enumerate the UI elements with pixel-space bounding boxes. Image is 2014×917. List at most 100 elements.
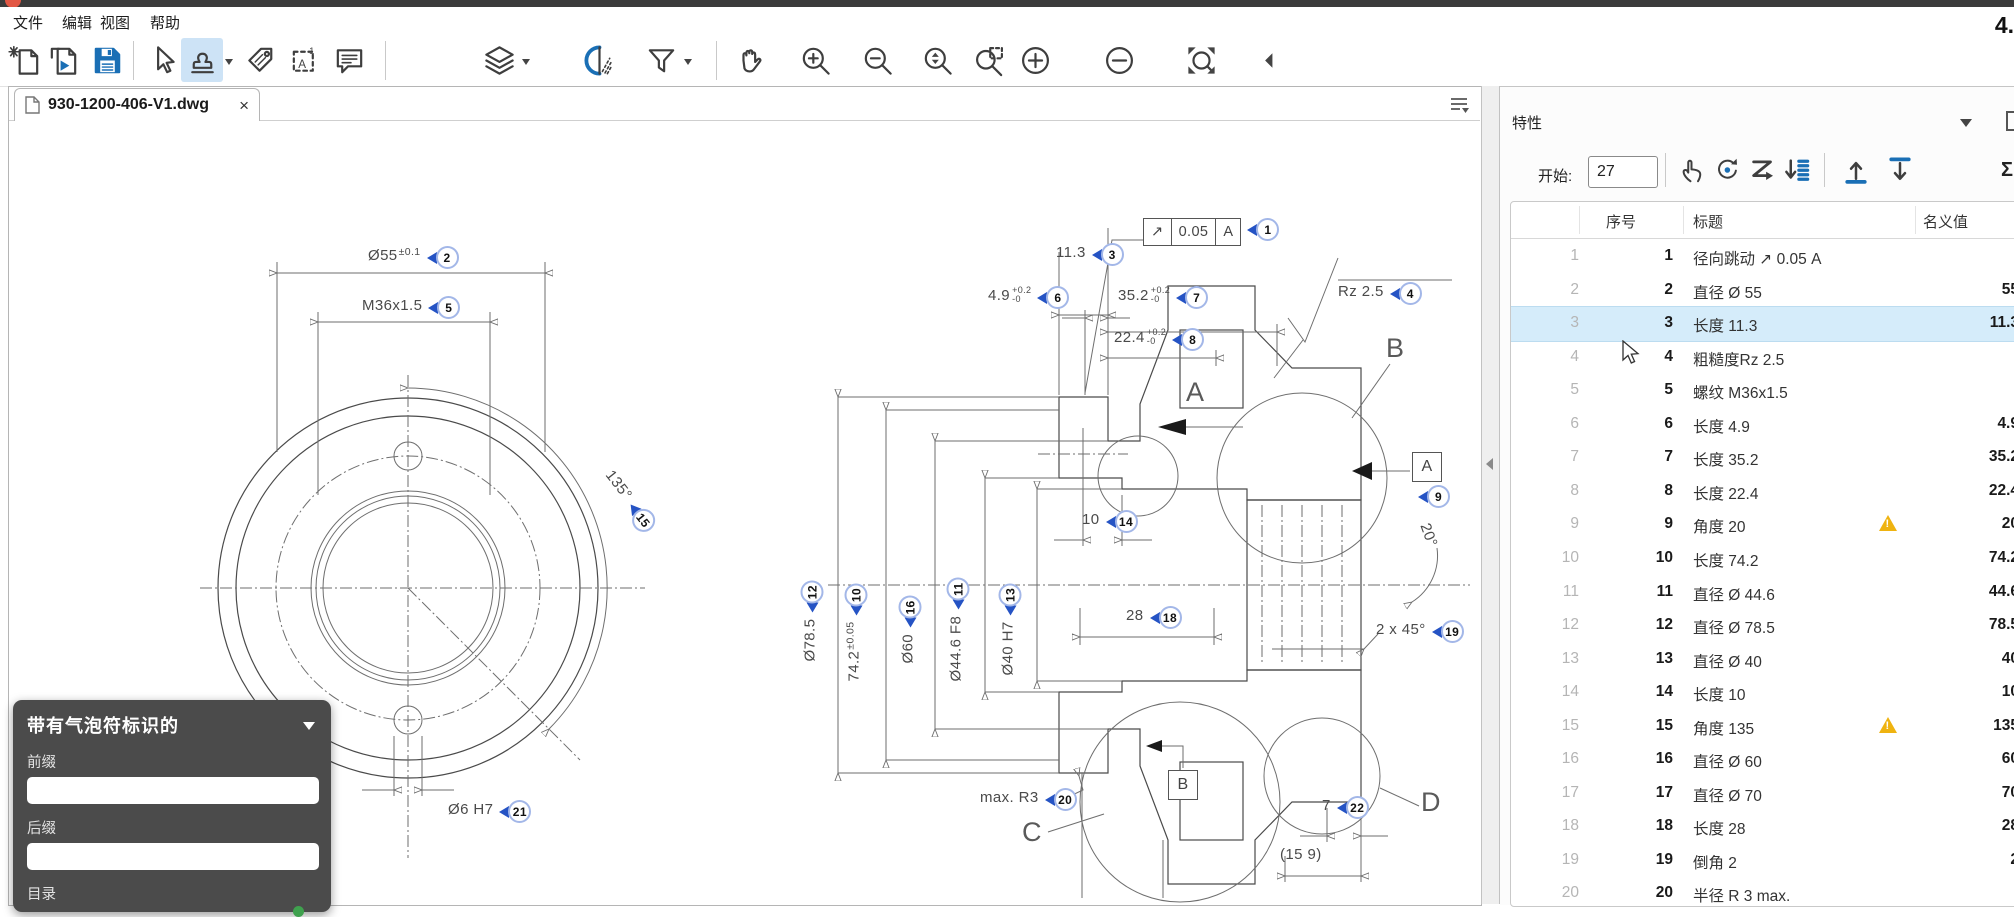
balloon-marker-10[interactable]: 10 [845,584,868,616]
sum-symbol[interactable]: Σ [2001,159,2013,182]
characteristic-row-4[interactable]: 44粗糙度Rz 2.5 [1511,341,2014,375]
characteristic-row-14[interactable]: 1414长度 1010 [1511,676,2014,710]
pan-hand-button[interactable] [730,38,772,82]
balloon-marker-7[interactable]: 7 [1176,286,1208,309]
tab-close-icon[interactable]: × [239,97,249,114]
section-view-button[interactable] [578,38,620,82]
zoom-window-button[interactable] [968,38,1010,82]
row-nominal-value: 70 [1871,784,2014,802]
filter-button[interactable] [640,38,682,82]
comment-button[interactable] [328,38,370,82]
collapse-left-button[interactable] [1248,38,1290,82]
balloon-marker-3[interactable]: 3 [1092,243,1124,266]
pick-hand-button[interactable] [1677,153,1709,187]
characteristic-row-18[interactable]: 1818长度 2828 [1511,810,2014,844]
zoom-extents-button[interactable] [1180,38,1222,82]
characteristic-row-3[interactable]: 33长度 11.311.3 [1511,307,2014,341]
balloon-marker-18[interactable]: 18 [1150,606,1182,629]
header-separator [1683,206,1684,234]
select-region-button[interactable]: A1 [284,38,326,82]
characteristic-row-16[interactable]: 1616直径 Ø 6060 [1511,743,2014,777]
characteristic-row-5[interactable]: 55螺纹 M36x1.5 [1511,374,2014,408]
zoom-in-icon [798,43,833,78]
renumber-circle-button[interactable] [1712,153,1744,187]
select-cursor-button[interactable] [141,38,183,82]
panel-splitter[interactable] [1481,86,1500,904]
balloon-marker-11[interactable]: 11 [947,578,970,610]
characteristic-row-7[interactable]: 77长度 35.235.2 [1511,441,2014,475]
characteristic-row-11[interactable]: 1111直径 Ø 44.644.6 [1511,576,2014,610]
menu-item-0[interactable]: 文件 [13,12,43,33]
balloon-marker-2[interactable]: 2 [427,246,459,269]
balloon-marker-21[interactable]: 21 [499,800,531,823]
sort-list-button[interactable] [1781,153,1813,187]
balloon-marker-9[interactable]: 9 [1418,485,1450,508]
suffix-input[interactable] [27,843,319,870]
balloon-marker-1[interactable]: 1 [1247,218,1279,241]
panel-pin-icon[interactable] [2006,111,2014,131]
characteristic-row-6[interactable]: 66长度 4.94.9 [1511,408,2014,442]
popup-collapse-icon[interactable] [303,722,315,730]
menu-item-1[interactable]: 编辑 [62,12,92,33]
row-nominal-value: 74.2 [1871,549,2014,567]
balloon-marker-6[interactable]: 6 [1037,286,1069,309]
characteristic-row-2[interactable]: 22直径 Ø 5555 [1511,274,2014,308]
dropdown-caret-icon[interactable] [225,59,233,65]
characteristic-row-13[interactable]: 1313直径 Ø 4040 [1511,643,2014,677]
select-cursor-icon [145,43,180,78]
menu-item-3[interactable]: 帮助 [150,12,180,33]
stamp-balloon-button[interactable] [181,38,223,82]
open-document-button[interactable] [42,38,84,82]
tag-button[interactable] [241,38,283,82]
balloon-marker-20[interactable]: 20 [1045,788,1077,811]
characteristic-row-10[interactable]: 1010长度 74.274.2 [1511,542,2014,576]
balloon-marker-4[interactable]: 4 [1390,282,1422,305]
balloon-marker-8[interactable]: 8 [1172,328,1204,351]
start-number-input[interactable] [1588,156,1658,188]
minus-circle-button[interactable] [1098,38,1140,82]
move-first-button[interactable] [1840,153,1872,187]
balloon-marker-5[interactable]: 5 [428,296,460,319]
characteristic-row-12[interactable]: 1212直径 Ø 78.578.5 [1511,609,2014,643]
dropdown-caret-icon[interactable] [522,59,530,65]
new-document-button[interactable] [4,38,46,82]
balloon-marker-12[interactable]: 12 [801,581,824,613]
characteristic-row-15[interactable]: 1515角度 135135 [1511,710,2014,744]
characteristic-row-19[interactable]: 1919倒角 22 [1511,844,2014,878]
row-index: 7 [1511,448,1579,466]
panel-collapse-icon[interactable] [1960,119,1972,127]
balloon-marker-22[interactable]: 22 [1337,796,1369,819]
zoom-in-button[interactable] [794,38,836,82]
characteristic-row-17[interactable]: 1717直径 Ø 7070 [1511,777,2014,811]
characteristic-row-20[interactable]: 2020半径 R 3 max. [1511,877,2014,907]
document-list-icon[interactable] [1448,94,1470,121]
prefix-input[interactable] [27,777,319,804]
zoom-out-button[interactable] [856,38,898,82]
balloon-marker-16[interactable]: 16 [899,596,922,628]
row-number: 14 [1601,683,1673,701]
balloon-marker-19[interactable]: 19 [1432,620,1464,643]
characteristic-row-1[interactable]: 11径向跳动 ↗ 0.05 A [1511,240,2014,274]
layers-button[interactable] [478,38,520,82]
dropdown-caret-icon[interactable] [684,59,692,65]
zoom-updown-button[interactable] [916,38,958,82]
save-button[interactable] [86,38,128,82]
zoom-updown-icon [920,43,955,78]
select-region-icon: A1 [288,43,323,78]
characteristic-row-9[interactable]: 99角度 2020 [1511,508,2014,542]
document-tab[interactable]: 930-1200-406-V1.dwg × [14,88,260,121]
row-title: 直径 Ø 60 [1693,750,1762,772]
splitter-collapse-icon[interactable] [1486,458,1493,470]
column-header-title: 标题 [1693,211,1723,232]
menu-item-2[interactable]: 视图 [100,12,130,33]
move-last-button[interactable] [1884,153,1916,187]
renumber-zigzag-button[interactable] [1747,153,1779,187]
characteristic-row-8[interactable]: 88长度 22.422.4 [1511,475,2014,509]
main-toolbar: A1 [0,35,2014,87]
row-index: 2 [1511,281,1579,299]
balloon-marker-14[interactable]: 14 [1106,510,1138,533]
plus-circle-button[interactable] [1014,38,1056,82]
row-nominal-value: 22.4 [1871,482,2014,500]
balloon-marker-13[interactable]: 13 [999,583,1022,615]
row-nominal-value: 2 [1871,851,2014,869]
